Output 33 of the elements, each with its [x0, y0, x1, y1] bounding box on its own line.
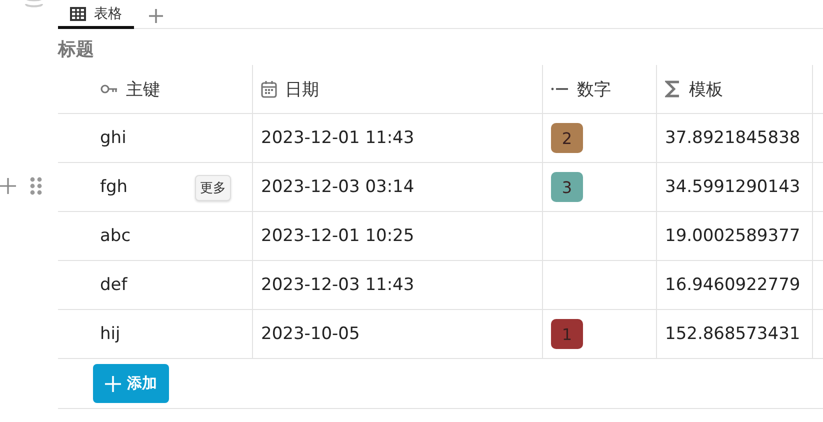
calendar-icon: [261, 80, 277, 98]
table-cell: 2023-12-01 10:25: [253, 212, 543, 260]
key-icon: [100, 83, 118, 95]
view-tab[interactable]: 表格: [58, 5, 134, 29]
table-cell: 2023-12-03 03:14: [253, 163, 543, 211]
column-header[interactable]: 数字: [543, 65, 657, 113]
number-tag: 3: [551, 172, 583, 202]
table-cell: 34.5991290143: [657, 163, 813, 211]
column-header[interactable]: 主键: [58, 65, 253, 113]
table-cell: 2023-12-03 11:43: [253, 261, 543, 309]
number-tag: 1: [551, 319, 583, 349]
table-title: 标题: [58, 38, 94, 61]
table-cell: ghi: [58, 114, 253, 162]
table-cell: 19.0002589377: [657, 212, 813, 260]
table-cell: 37.8921845838: [657, 114, 813, 162]
drag-handle-icon[interactable]: [30, 177, 42, 195]
table-cell: def: [58, 261, 253, 309]
table-cell: 16.9460922779: [657, 261, 813, 309]
sigma-icon: [665, 80, 681, 98]
add-icon[interactable]: [148, 8, 164, 24]
column-header[interactable]: 日期: [253, 65, 543, 113]
column-header[interactable]: 模板: [657, 65, 813, 113]
table-icon: [70, 7, 86, 21]
table-cell: 2023-12-01 11:43: [253, 114, 543, 162]
more-button[interactable]: 更多: [195, 175, 231, 201]
table-cell: 152.868573431: [657, 310, 813, 358]
number-icon: [551, 86, 569, 92]
table-cell: abc: [58, 212, 253, 260]
number-tag: 2: [551, 123, 583, 153]
table-cell: hij: [58, 310, 253, 358]
table-cell: 2023-10-05: [253, 310, 543, 358]
plus-icon: [105, 376, 121, 392]
add-icon[interactable]: [0, 178, 16, 194]
